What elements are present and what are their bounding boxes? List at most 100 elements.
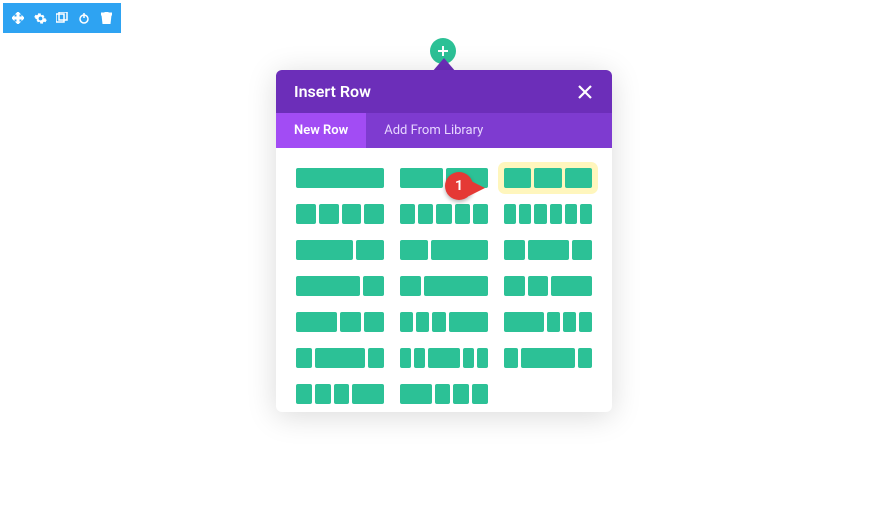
- layout-option[interactable]: [294, 274, 386, 298]
- layout-column: [368, 348, 384, 368]
- layout-column: [579, 312, 592, 332]
- layout-option[interactable]: [398, 238, 490, 262]
- layout-column: [400, 384, 432, 404]
- layout-column: [296, 384, 312, 404]
- layout-column: [528, 276, 549, 296]
- layout-option[interactable]: [294, 346, 386, 370]
- layout-column: [428, 348, 461, 368]
- settings-icon[interactable]: [29, 3, 51, 33]
- layout-column: [477, 348, 488, 368]
- modal-title: Insert Row: [294, 82, 371, 101]
- section-toolbar: [3, 3, 121, 33]
- layout-column: [418, 204, 433, 224]
- layout-option[interactable]: [398, 382, 490, 406]
- trash-icon[interactable]: [95, 3, 117, 33]
- layout-column: [453, 384, 469, 404]
- layout-column: [504, 348, 518, 368]
- layout-column: [563, 312, 576, 332]
- layout-column: [400, 240, 428, 260]
- layout-column: [519, 204, 531, 224]
- layout-grid: [294, 166, 594, 406]
- layout-column: [400, 312, 413, 332]
- layout-column: [446, 168, 489, 188]
- layout-option[interactable]: [294, 310, 386, 334]
- layout-column: [334, 384, 350, 404]
- layout-option[interactable]: [294, 238, 386, 262]
- layout-column: [319, 204, 339, 224]
- layout-column: [504, 312, 544, 332]
- layout-column: [352, 384, 384, 404]
- layout-column: [431, 240, 488, 260]
- layout-column: [342, 204, 362, 224]
- layout-column: [551, 276, 592, 296]
- layout-column: [400, 348, 411, 368]
- layout-option[interactable]: [502, 274, 594, 298]
- layout-option[interactable]: [398, 346, 490, 370]
- layout-option[interactable]: [502, 166, 594, 190]
- layout-column: [400, 276, 421, 296]
- layout-option[interactable]: [398, 310, 490, 334]
- layout-option[interactable]: [502, 202, 594, 226]
- duplicate-icon[interactable]: [51, 3, 73, 33]
- close-icon[interactable]: [576, 83, 594, 101]
- layout-column: [504, 168, 531, 188]
- layout-option[interactable]: [398, 202, 490, 226]
- layout-column: [364, 312, 385, 332]
- layout-column: [534, 168, 561, 188]
- layout-column: [521, 348, 576, 368]
- layout-column: [504, 204, 516, 224]
- layout-column: [364, 204, 384, 224]
- layout-column: [565, 168, 592, 188]
- layout-column: [315, 348, 364, 368]
- layout-column: [504, 240, 525, 260]
- layout-option[interactable]: [502, 310, 594, 334]
- layout-column: [432, 312, 445, 332]
- layout-column: [400, 168, 443, 188]
- layout-column: [296, 276, 360, 296]
- layout-column: [400, 204, 415, 224]
- layout-column: [436, 204, 451, 224]
- layout-column: [565, 204, 577, 224]
- layout-column: [578, 348, 592, 368]
- layout-column: [534, 204, 546, 224]
- layout-column: [296, 240, 353, 260]
- modal-body: [276, 148, 612, 412]
- layout-column: [449, 312, 489, 332]
- layout-column: [340, 312, 361, 332]
- layout-column: [472, 384, 488, 404]
- layout-column: [550, 204, 562, 224]
- layout-option[interactable]: [398, 274, 490, 298]
- tab-add-from-library[interactable]: Add From Library: [366, 113, 501, 148]
- modal-header: Insert Row: [276, 70, 612, 113]
- layout-option[interactable]: [502, 238, 594, 262]
- layout-column: [580, 204, 592, 224]
- layout-option[interactable]: [502, 346, 594, 370]
- layout-column: [296, 204, 316, 224]
- layout-column: [296, 348, 312, 368]
- layout-column: [463, 348, 474, 368]
- layout-option[interactable]: [398, 166, 490, 190]
- layout-column: [572, 240, 593, 260]
- power-icon[interactable]: [73, 3, 95, 33]
- layout-column: [528, 240, 569, 260]
- layout-column: [473, 204, 488, 224]
- layout-column: [504, 276, 525, 296]
- layout-column: [296, 168, 384, 188]
- layout-column: [315, 384, 331, 404]
- layout-column: [416, 312, 429, 332]
- modal-tabs: New Row Add From Library: [276, 113, 612, 148]
- layout-option[interactable]: [294, 382, 386, 406]
- layout-column: [296, 312, 337, 332]
- layout-column: [547, 312, 560, 332]
- insert-row-modal: Insert Row New Row Add From Library: [276, 70, 612, 412]
- layout-column: [356, 240, 384, 260]
- layout-column: [414, 348, 425, 368]
- layout-column: [435, 384, 451, 404]
- layout-column: [424, 276, 488, 296]
- layout-option[interactable]: [294, 166, 386, 190]
- layout-column: [455, 204, 470, 224]
- tab-new-row[interactable]: New Row: [276, 113, 366, 148]
- layout-option[interactable]: [294, 202, 386, 226]
- move-icon[interactable]: [7, 3, 29, 33]
- layout-column: [363, 276, 384, 296]
